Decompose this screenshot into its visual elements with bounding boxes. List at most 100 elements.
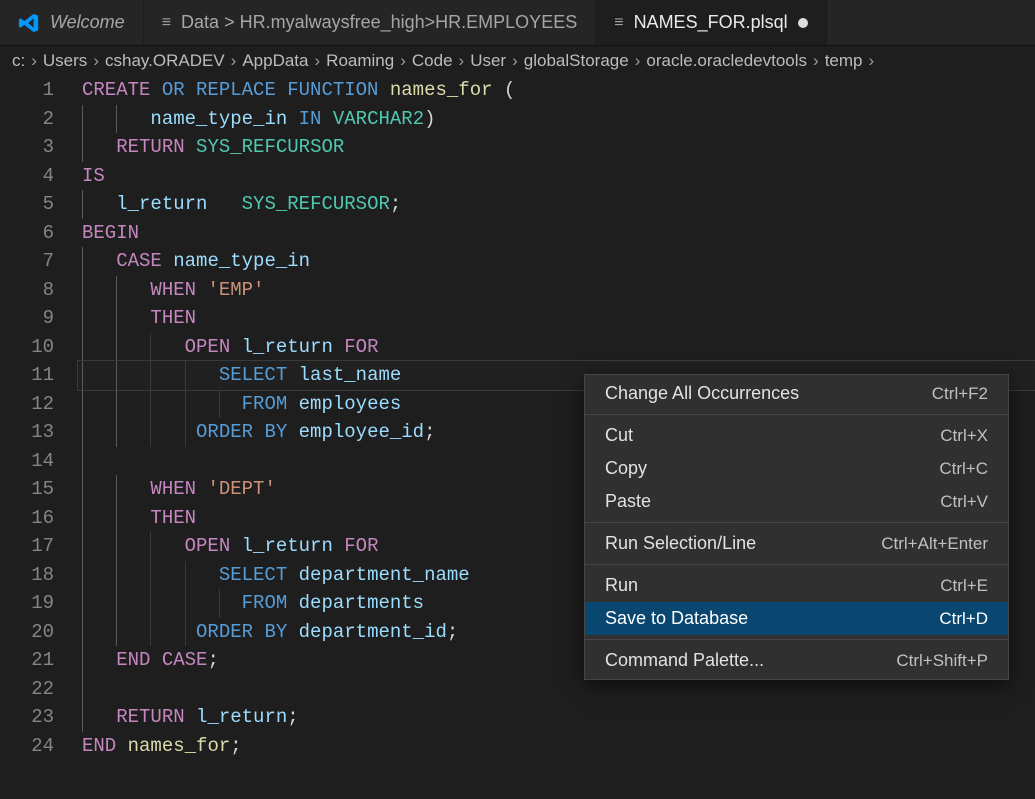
line-number: 1 <box>0 76 54 105</box>
breadcrumb-segment[interactable]: globalStorage <box>524 51 629 71</box>
token: THEN <box>150 507 196 529</box>
context-menu-item[interactable]: Run Selection/LineCtrl+Alt+Enter <box>585 527 1008 560</box>
context-menu-item[interactable]: Save to DatabaseCtrl+D <box>585 602 1008 635</box>
indent-guide <box>116 475 117 504</box>
token <box>82 535 185 557</box>
breadcrumb-segment[interactable]: c: <box>12 51 25 71</box>
indent-guide <box>116 504 117 533</box>
token: employees <box>299 393 402 415</box>
indent-guide <box>116 532 117 561</box>
token: l_return <box>242 336 333 358</box>
token: l_return <box>242 535 333 557</box>
line-number: 9 <box>0 304 54 333</box>
breadcrumb-separator-icon: › <box>93 51 99 71</box>
breadcrumb-segment[interactable]: User <box>470 51 506 71</box>
breadcrumb-segment[interactable]: oracle.oracledevtools <box>646 51 807 71</box>
line-number: 6 <box>0 219 54 248</box>
breadcrumb-separator-icon: › <box>231 51 237 71</box>
indent-guide <box>219 589 220 618</box>
token: 'DEPT' <box>207 478 275 500</box>
code-line[interactable]: OPEN l_return FOR <box>78 333 1035 362</box>
token <box>150 79 161 101</box>
indent-guide <box>116 105 117 134</box>
token: ; <box>390 193 401 215</box>
breadcrumb-segment[interactable]: Users <box>43 51 87 71</box>
token: SELECT <box>219 564 287 586</box>
indent-guide <box>116 276 117 305</box>
indent-guide <box>82 703 83 732</box>
code-line[interactable]: CASE name_type_in <box>78 247 1035 276</box>
tab-welcome[interactable]: Welcome <box>0 0 144 45</box>
line-number: 4 <box>0 162 54 191</box>
indent-guide <box>82 675 83 704</box>
code-line[interactable]: CREATE OR REPLACE FUNCTION names_for ( <box>78 76 1035 105</box>
breadcrumb[interactable]: c:›Users›cshay.ORADEV›AppData›Roaming›Co… <box>0 46 1035 76</box>
indent-guide <box>150 532 151 561</box>
token: SELECT <box>219 364 287 386</box>
breadcrumb-segment[interactable]: Code <box>412 51 453 71</box>
token: VARCHAR2 <box>333 108 424 130</box>
breadcrumb-segment[interactable]: Roaming <box>326 51 394 71</box>
indent-guide <box>116 589 117 618</box>
token <box>333 336 344 358</box>
line-number: 16 <box>0 504 54 533</box>
context-menu-item[interactable]: PasteCtrl+V <box>585 485 1008 518</box>
line-number: 21 <box>0 646 54 675</box>
code-line[interactable]: l_return SYS_REFCURSOR; <box>78 190 1035 219</box>
token: FOR <box>344 535 378 557</box>
line-number: 2 <box>0 105 54 134</box>
indent-guide <box>82 190 83 219</box>
token: department_id <box>299 621 447 643</box>
context-menu-item[interactable]: RunCtrl+E <box>585 569 1008 602</box>
token: CASE <box>162 649 208 671</box>
code-line[interactable]: THEN <box>78 304 1035 333</box>
token: WHEN <box>150 478 196 500</box>
code-line[interactable]: RETURN SYS_REFCURSOR <box>78 133 1035 162</box>
token: FROM <box>242 592 288 614</box>
token <box>287 393 298 415</box>
menu-item-shortcut: Ctrl+V <box>940 492 988 512</box>
breadcrumb-segment[interactable]: temp <box>825 51 863 71</box>
token <box>287 364 298 386</box>
token: employee_id <box>299 421 424 443</box>
menu-item-label: Save to Database <box>605 608 748 629</box>
token: CASE <box>116 250 162 272</box>
code-line[interactable]: BEGIN <box>78 219 1035 248</box>
tab-file-names-for[interactable]: ≡ NAMES_FOR.plsql <box>596 0 826 45</box>
indent-guide <box>82 418 83 447</box>
token: FROM <box>242 393 288 415</box>
tab-data[interactable]: ≡ Data > HR.myalwaysfree_high>HR.EMPLOYE… <box>144 0 597 45</box>
code-line[interactable]: name_type_in IN VARCHAR2) <box>78 105 1035 134</box>
indent-guide <box>82 532 83 561</box>
token <box>287 592 298 614</box>
line-number: 23 <box>0 703 54 732</box>
context-menu-item[interactable]: CopyCtrl+C <box>585 452 1008 485</box>
line-number: 5 <box>0 190 54 219</box>
code-line[interactable]: RETURN l_return; <box>78 703 1035 732</box>
breadcrumb-segment[interactable]: AppData <box>242 51 308 71</box>
menu-item-label: Command Palette... <box>605 650 764 671</box>
token: THEN <box>150 307 196 329</box>
token <box>116 735 127 757</box>
token: RETURN <box>116 136 184 158</box>
line-number-gutter: 123456789101112131415161718192021222324 <box>0 76 78 760</box>
indent-guide <box>116 618 117 647</box>
token <box>185 136 196 158</box>
token: 'EMP' <box>207 279 264 301</box>
code-line[interactable]: IS <box>78 162 1035 191</box>
context-menu-item[interactable]: Change All OccurrencesCtrl+F2 <box>585 377 1008 410</box>
context-menu-item[interactable]: Command Palette...Ctrl+Shift+P <box>585 644 1008 677</box>
token: OPEN <box>185 336 231 358</box>
line-number: 12 <box>0 390 54 419</box>
line-number: 15 <box>0 475 54 504</box>
code-line[interactable]: END names_for; <box>78 732 1035 761</box>
menu-item-label: Change All Occurrences <box>605 383 799 404</box>
menu-item-label: Run <box>605 575 638 596</box>
breadcrumb-segment[interactable]: cshay.ORADEV <box>105 51 225 71</box>
context-menu-item[interactable]: CutCtrl+X <box>585 419 1008 452</box>
indent-guide <box>185 361 186 390</box>
code-line[interactable]: WHEN 'EMP' <box>78 276 1035 305</box>
token: ) <box>424 108 435 130</box>
token: ; <box>424 421 435 443</box>
indent-guide <box>82 589 83 618</box>
